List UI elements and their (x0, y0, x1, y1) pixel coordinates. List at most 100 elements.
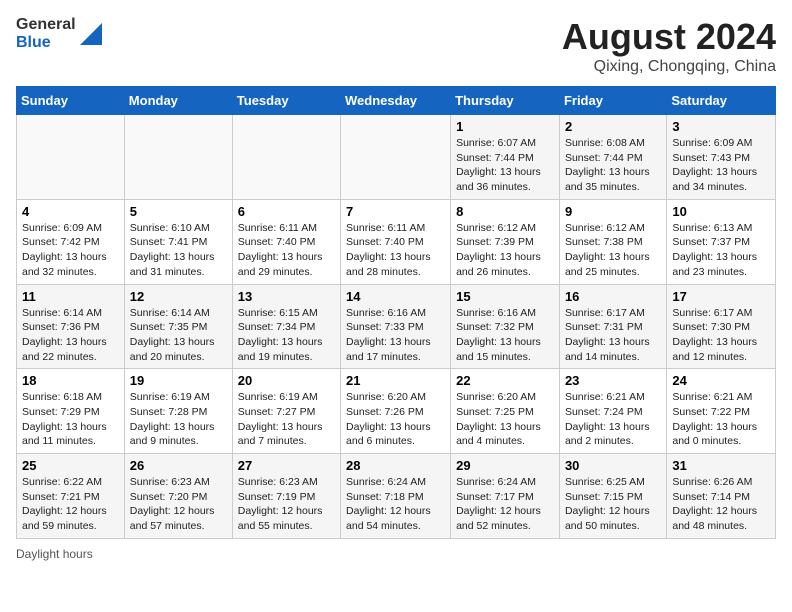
day-info: Sunrise: 6:24 AM Sunset: 7:18 PM Dayligh… (346, 475, 445, 534)
day-number: 23 (565, 373, 661, 388)
calendar-week-5: 25Sunrise: 6:22 AM Sunset: 7:21 PM Dayli… (17, 454, 776, 539)
day-number: 4 (22, 204, 119, 219)
day-number: 12 (130, 289, 227, 304)
day-info: Sunrise: 6:21 AM Sunset: 7:22 PM Dayligh… (672, 390, 770, 449)
day-number: 16 (565, 289, 661, 304)
day-info: Sunrise: 6:12 AM Sunset: 7:38 PM Dayligh… (565, 221, 661, 280)
calendar-cell: 24 Sunrise: 6:21 AM Sunset: 7:22 PM Dayli… (667, 369, 776, 454)
day-info: Sunrise: 6:11 AM Sunset: 7:40 PM Dayligh… (238, 221, 335, 280)
calendar-cell (341, 115, 451, 200)
calendar-cell: 1 Sunrise: 6:07 AM Sunset: 7:44 PM Daylig… (451, 115, 560, 200)
calendar-cell (124, 115, 232, 200)
day-info: Sunrise: 6:22 AM Sunset: 7:21 PM Dayligh… (22, 475, 119, 534)
main-title: August 2024 (562, 16, 776, 58)
day-number: 1 (456, 119, 554, 134)
day-info: Sunrise: 6:07 AM Sunset: 7:44 PM Dayligh… (456, 136, 554, 195)
calendar-cell (232, 115, 340, 200)
calendar-cell: 30 Sunrise: 6:25 AM Sunset: 7:15 PM Dayli… (559, 454, 666, 539)
day-number: 24 (672, 373, 770, 388)
day-number: 10 (672, 204, 770, 219)
calendar-week-4: 18 Sunrise: 6:18 AM Sunset: 7:29 PM Dayli… (17, 369, 776, 454)
day-number: 26 (130, 458, 227, 473)
calendar-week-1: 1 Sunrise: 6:07 AM Sunset: 7:44 PM Daylig… (17, 115, 776, 200)
calendar-cell: 20Sunrise: 6:19 AM Sunset: 7:27 PM Dayli… (232, 369, 340, 454)
day-number: 28 (346, 458, 445, 473)
day-number: 18 (22, 373, 119, 388)
day-info: Sunrise: 6:10 AM Sunset: 7:41 PM Dayligh… (130, 221, 227, 280)
calendar-cell: 31 Sunrise: 6:26 AM Sunset: 7:14 PM Dayli… (667, 454, 776, 539)
calendar-cell: 17 Sunrise: 6:17 AM Sunset: 7:30 PM Dayli… (667, 284, 776, 369)
day-info: Sunrise: 6:12 AM Sunset: 7:39 PM Dayligh… (456, 221, 554, 280)
weekday-header-wednesday: Wednesday (341, 87, 451, 115)
calendar: SundayMondayTuesdayWednesdayThursdayFrid… (16, 86, 776, 539)
day-info: Sunrise: 6:11 AM Sunset: 7:40 PM Dayligh… (346, 221, 445, 280)
calendar-cell: 21Sunrise: 6:20 AM Sunset: 7:26 PM Dayli… (341, 369, 451, 454)
calendar-cell: 10 Sunrise: 6:13 AM Sunset: 7:37 PM Dayli… (667, 199, 776, 284)
calendar-cell: 6 Sunrise: 6:11 AM Sunset: 7:40 PM Daylig… (232, 199, 340, 284)
calendar-cell: 4 Sunrise: 6:09 AM Sunset: 7:42 PM Daylig… (17, 199, 125, 284)
day-info: Sunrise: 6:23 AM Sunset: 7:20 PM Dayligh… (130, 475, 227, 534)
day-number: 31 (672, 458, 770, 473)
calendar-cell: 19 Sunrise: 6:19 AM Sunset: 7:28 PM Dayli… (124, 369, 232, 454)
calendar-cell: 8 Sunrise: 6:12 AM Sunset: 7:39 PM Daylig… (451, 199, 560, 284)
calendar-cell: 27 Sunrise: 6:23 AM Sunset: 7:19 PM Dayli… (232, 454, 340, 539)
day-info: Sunrise: 6:25 AM Sunset: 7:15 PM Dayligh… (565, 475, 661, 534)
logo-arrow-icon (80, 23, 102, 45)
calendar-cell: 11 Sunrise: 6:14 AM Sunset: 7:36 PM Dayli… (17, 284, 125, 369)
calendar-week-2: 4 Sunrise: 6:09 AM Sunset: 7:42 PM Daylig… (17, 199, 776, 284)
header: General Blue August 2024 Qixing, Chongqi… (16, 16, 776, 76)
day-info: Sunrise: 6:14 AM Sunset: 7:36 PM Dayligh… (22, 306, 119, 365)
logo-blue: Blue (16, 34, 76, 52)
day-number: 30 (565, 458, 661, 473)
day-number: 5 (130, 204, 227, 219)
weekday-header-tuesday: Tuesday (232, 87, 340, 115)
day-info: Sunrise: 6:17 AM Sunset: 7:30 PM Dayligh… (672, 306, 770, 365)
day-info: Sunrise: 6:09 AM Sunset: 7:43 PM Dayligh… (672, 136, 770, 195)
calendar-cell: 16 Sunrise: 6:17 AM Sunset: 7:31 PM Dayli… (559, 284, 666, 369)
calendar-cell: 22Sunrise: 6:20 AM Sunset: 7:25 PM Dayli… (451, 369, 560, 454)
weekday-header-sunday: Sunday (17, 87, 125, 115)
day-info: Sunrise: 6:17 AM Sunset: 7:31 PM Dayligh… (565, 306, 661, 365)
day-info: Sunrise: 6:16 AM Sunset: 7:32 PM Dayligh… (456, 306, 554, 365)
day-info: Sunrise: 6:20 AM Sunset: 7:25 PM Dayligh… (456, 390, 554, 449)
day-number: 14 (346, 289, 445, 304)
day-number: 15 (456, 289, 554, 304)
calendar-cell: 15 Sunrise: 6:16 AM Sunset: 7:32 PM Dayli… (451, 284, 560, 369)
calendar-cell: 7 Sunrise: 6:11 AM Sunset: 7:40 PM Daylig… (341, 199, 451, 284)
day-number: 27 (238, 458, 335, 473)
day-number: 8 (456, 204, 554, 219)
calendar-cell: 13Sunrise: 6:15 AM Sunset: 7:34 PM Dayli… (232, 284, 340, 369)
weekday-header-thursday: Thursday (451, 87, 560, 115)
day-info: Sunrise: 6:21 AM Sunset: 7:24 PM Dayligh… (565, 390, 661, 449)
day-info: Sunrise: 6:14 AM Sunset: 7:35 PM Dayligh… (130, 306, 227, 365)
day-info: Sunrise: 6:19 AM Sunset: 7:28 PM Dayligh… (130, 390, 227, 449)
title-area: August 2024 Qixing, Chongqing, China (562, 16, 776, 76)
day-info: Sunrise: 6:13 AM Sunset: 7:37 PM Dayligh… (672, 221, 770, 280)
day-info: Sunrise: 6:24 AM Sunset: 7:17 PM Dayligh… (456, 475, 554, 534)
day-info: Sunrise: 6:09 AM Sunset: 7:42 PM Dayligh… (22, 221, 119, 280)
calendar-cell (17, 115, 125, 200)
day-number: 9 (565, 204, 661, 219)
day-info: Sunrise: 6:18 AM Sunset: 7:29 PM Dayligh… (22, 390, 119, 449)
weekday-header-monday: Monday (124, 87, 232, 115)
calendar-cell: 26 Sunrise: 6:23 AM Sunset: 7:20 PM Dayli… (124, 454, 232, 539)
day-number: 3 (672, 119, 770, 134)
weekday-header-saturday: Saturday (667, 87, 776, 115)
calendar-cell: 5 Sunrise: 6:10 AM Sunset: 7:41 PM Daylig… (124, 199, 232, 284)
day-info: Sunrise: 6:23 AM Sunset: 7:19 PM Dayligh… (238, 475, 335, 534)
day-number: 17 (672, 289, 770, 304)
weekday-header-row: SundayMondayTuesdayWednesdayThursdayFrid… (17, 87, 776, 115)
day-number: 2 (565, 119, 661, 134)
calendar-cell: 28 Sunrise: 6:24 AM Sunset: 7:18 PM Dayli… (341, 454, 451, 539)
day-number: 6 (238, 204, 335, 219)
calendar-cell: 25Sunrise: 6:22 AM Sunset: 7:21 PM Dayli… (17, 454, 125, 539)
logo-general: General (16, 16, 76, 34)
day-number: 19 (130, 373, 227, 388)
day-number: 7 (346, 204, 445, 219)
day-number: 21 (346, 373, 445, 388)
calendar-cell: 29Sunrise: 6:24 AM Sunset: 7:17 PM Dayli… (451, 454, 560, 539)
legend-label: Daylight hours (16, 547, 93, 561)
day-number: 11 (22, 289, 119, 304)
calendar-cell: 23 Sunrise: 6:21 AM Sunset: 7:24 PM Dayli… (559, 369, 666, 454)
day-info: Sunrise: 6:26 AM Sunset: 7:14 PM Dayligh… (672, 475, 770, 534)
